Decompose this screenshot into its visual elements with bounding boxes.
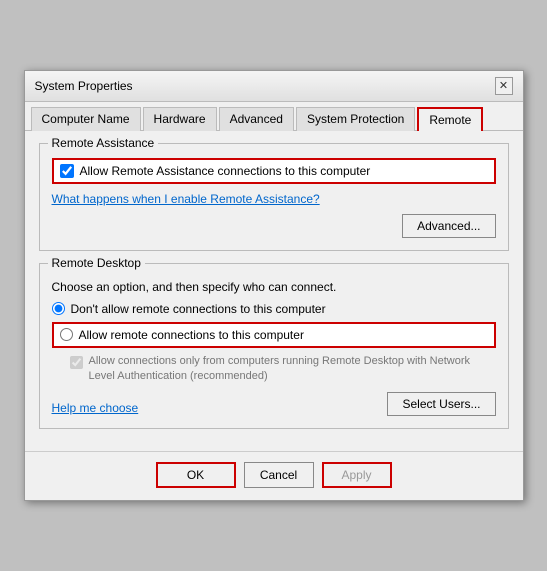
allow-remote-label: Allow remote connections to this compute…	[79, 328, 304, 342]
ok-button[interactable]: OK	[156, 462, 236, 488]
allow-radio-row: Allow remote connections to this compute…	[52, 322, 496, 348]
remote-desktop-group: Remote Desktop Choose an option, and the…	[39, 263, 509, 430]
allow-remote-assistance-row: Allow Remote Assistance connections to t…	[52, 158, 496, 184]
system-properties-dialog: System Properties ✕ Computer Name Hardwa…	[24, 70, 524, 502]
tab-bar: Computer Name Hardware Advanced System P…	[25, 102, 523, 131]
remote-desktop-desc: Choose an option, and then specify who c…	[52, 280, 496, 294]
help-me-choose-link[interactable]: Help me choose	[52, 401, 139, 415]
close-button[interactable]: ✕	[495, 77, 513, 95]
allow-remote-radio[interactable]	[60, 328, 73, 341]
title-bar: System Properties ✕	[25, 71, 523, 102]
select-users-button[interactable]: Select Users...	[387, 392, 495, 416]
dont-allow-label: Don't allow remote connections to this c…	[71, 302, 326, 316]
dont-allow-radio[interactable]	[52, 302, 65, 315]
dialog-footer: OK Cancel Apply	[25, 451, 523, 500]
nla-label: Allow connections only from computers ru…	[89, 354, 496, 385]
window-title: System Properties	[35, 79, 133, 93]
allow-remote-assistance-checkbox[interactable]	[60, 164, 74, 178]
tab-remote[interactable]: Remote	[417, 107, 483, 131]
remote-assistance-group: Remote Assistance Allow Remote Assistanc…	[39, 143, 509, 251]
remote-desktop-label: Remote Desktop	[48, 256, 145, 270]
apply-button[interactable]: Apply	[322, 462, 392, 488]
tab-hardware[interactable]: Hardware	[143, 107, 217, 131]
tab-system-protection[interactable]: System Protection	[296, 107, 415, 131]
cancel-button[interactable]: Cancel	[244, 462, 314, 488]
nla-checkbox-row: Allow connections only from computers ru…	[70, 354, 496, 385]
tab-computer-name[interactable]: Computer Name	[31, 107, 141, 131]
nla-checkbox	[70, 356, 83, 369]
dont-allow-radio-row: Don't allow remote connections to this c…	[52, 302, 496, 316]
remote-assistance-help-link[interactable]: What happens when I enable Remote Assist…	[52, 192, 496, 206]
tab-advanced[interactable]: Advanced	[219, 107, 294, 131]
remote-assistance-label: Remote Assistance	[48, 136, 159, 150]
advanced-button[interactable]: Advanced...	[402, 214, 495, 238]
advanced-btn-row: Advanced...	[52, 214, 496, 238]
content-area: Remote Assistance Allow Remote Assistanc…	[25, 131, 523, 452]
remote-desktop-bottom-row: Help me choose Select Users...	[52, 392, 496, 416]
allow-remote-assistance-text: Allow Remote Assistance connections to t…	[80, 164, 371, 178]
